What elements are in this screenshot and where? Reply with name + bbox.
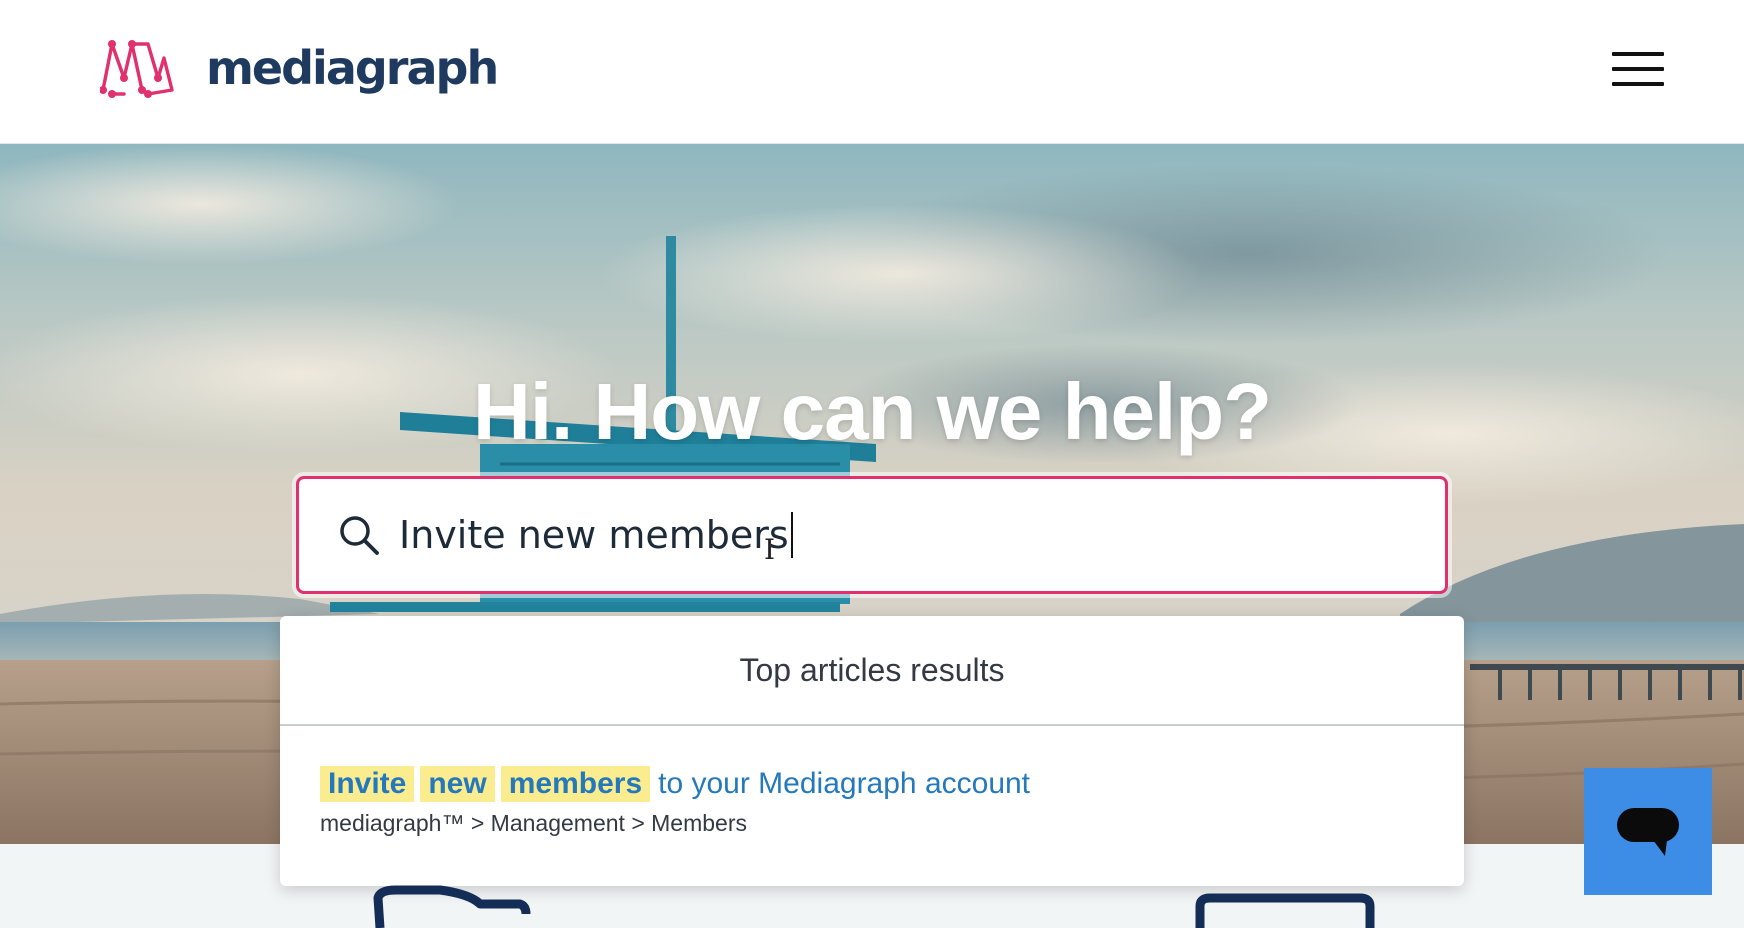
result-title-link[interactable]: Invite new members to your Mediagraph ac…	[320, 766, 1030, 802]
search-container: Invite new members	[292, 472, 1452, 598]
brand-logo[interactable]: mediagraph	[100, 38, 499, 98]
hero-title: Hi. How can we help?	[473, 366, 1272, 456]
chat-launcher-button[interactable]	[1584, 768, 1712, 895]
ibeam-cursor-icon: I	[764, 533, 776, 566]
search-query: Invite new members	[399, 513, 789, 557]
site-header: mediagraph	[0, 0, 1744, 144]
category-illustrations	[373, 885, 1375, 928]
mediagraph-logo-icon	[100, 40, 174, 98]
highlight-term: members	[500, 766, 651, 802]
highlight-term: new	[420, 766, 495, 802]
search-input[interactable]: Invite new members	[296, 476, 1448, 594]
text-caret	[790, 512, 793, 558]
search-input-text[interactable]: Invite new members	[399, 512, 793, 558]
hamburger-menu-icon[interactable]	[1612, 52, 1664, 86]
result-title-rest: to your Mediagraph account	[658, 767, 1031, 800]
chat-bubble-icon	[1617, 807, 1679, 856]
search-icon	[340, 516, 379, 555]
result-breadcrumb: mediagraph™ > Management > Members	[320, 810, 747, 836]
brand-name: mediagraph	[206, 41, 499, 95]
results-header: Top articles results	[280, 616, 1464, 726]
result-item[interactable]: Invite new members to your Mediagraph ac…	[320, 766, 1030, 837]
highlight-term: Invite	[320, 766, 415, 802]
